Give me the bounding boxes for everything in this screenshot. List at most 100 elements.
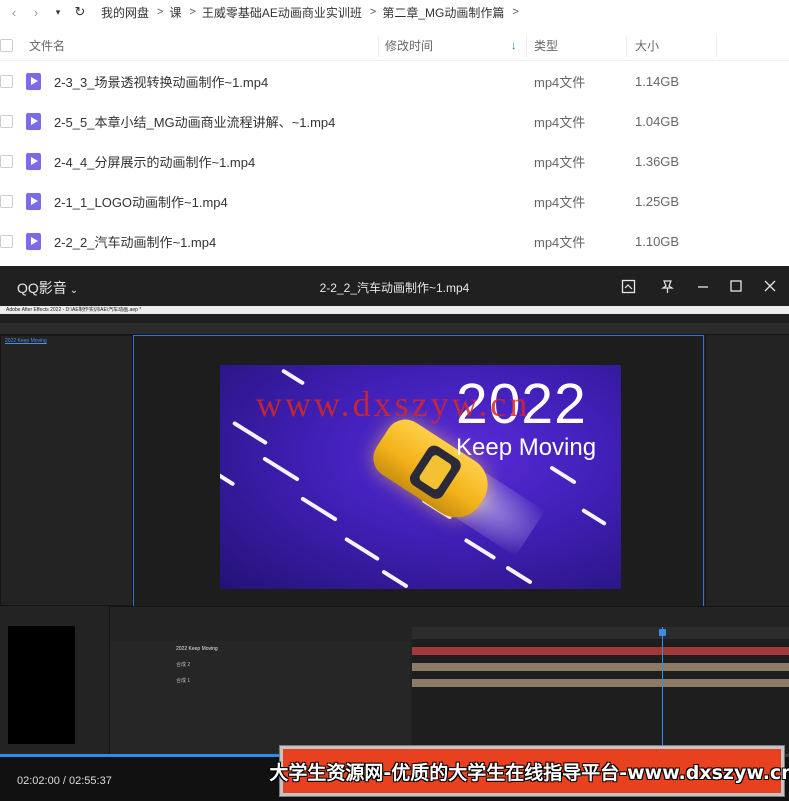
promo-banner-text: 大学生资源网-优质的大学生在线指导平台-www.dxszyw.cn <box>269 761 789 784</box>
video-frame[interactable]: Adobe After Effects 2022 - D:\AE制作实训\AE\… <box>0 306 789 754</box>
video-file-icon <box>26 112 41 130</box>
timeline-layer: 合成 1 <box>110 677 410 685</box>
column-divider <box>626 35 627 57</box>
ae-properties-panel <box>705 335 789 606</box>
road-lane-mark <box>381 569 409 589</box>
screenshot-icon[interactable] <box>617 275 639 297</box>
layer-name: 2022 Keep Moving <box>176 646 218 652</box>
row-checkbox[interactable] <box>0 194 13 208</box>
road-lane-mark <box>581 507 607 527</box>
road-lane-mark <box>262 456 300 482</box>
column-divider <box>716 35 717 57</box>
ae-toolbar <box>0 323 789 335</box>
file-size: 1.14GB <box>635 73 680 89</box>
file-type: mp4文件 <box>534 74 586 90</box>
file-size: 1.36GB <box>635 153 680 169</box>
breadcrumb-item[interactable]: 王威零基础AE动画商业实训班 <box>202 4 362 21</box>
slogan-title: Keep Moving <box>456 434 597 461</box>
playhead-handle <box>659 629 666 636</box>
timeline-layer: 合成 2 <box>110 661 410 669</box>
file-size: 1.10GB <box>635 233 680 249</box>
video-file-icon <box>26 232 41 250</box>
road-lane-mark <box>343 536 381 562</box>
breadcrumb-bar: ‹ › ▾ ↻ 我的网盘 > 课 > 王威零基础AE动画商业实训班 > 第二章_… <box>0 0 789 24</box>
layer-name: 合成 1 <box>176 678 191 684</box>
refresh-icon[interactable]: ↻ <box>69 2 91 22</box>
column-divider <box>526 35 527 57</box>
preview-thumbnail <box>8 626 75 744</box>
file-browser: ‹ › ▾ ↻ 我的网盘 > 课 > 王威零基础AE动画商业实训班 > 第二章_… <box>0 0 789 266</box>
layer-name: 合成 2 <box>176 662 191 668</box>
timeline-ruler <box>412 627 789 639</box>
file-type: mp4文件 <box>534 154 586 170</box>
file-name[interactable]: 2-1_1_LOGO动画制作~1.mp4 <box>54 192 228 211</box>
ae-project-tab: 2022 Keep Moving <box>1 336 132 346</box>
forward-icon[interactable]: › <box>25 2 47 22</box>
video-file-icon <box>26 192 41 210</box>
ae-project-panel: 2022 Keep Moving <box>0 335 133 606</box>
layer-bar <box>412 679 789 687</box>
file-size: 1.04GB <box>635 113 680 129</box>
file-row[interactable]: 2-5_5_本章小结_MG动画商业流程讲解、~1.mp4 mp4文件 1.04G… <box>0 101 789 141</box>
timeline-playhead <box>662 627 663 754</box>
close-icon[interactable] <box>759 275 781 297</box>
column-header: 文件名 修改时间 ↓ 类型 大小 <box>0 31 789 61</box>
ae-composition-panel: 2022 Keep Moving www.dxszyw.cn <box>133 335 704 610</box>
ae-timeline-panel: 2022 Keep Moving 合成 2 合成 1 <box>110 606 789 754</box>
watermark-text: www.dxszyw.cn <box>256 384 531 424</box>
file-row[interactable]: 2-2_2_汽车动画制作~1.mp4 mp4文件 1.10GB <box>0 221 789 261</box>
row-checkbox[interactable] <box>0 74 13 88</box>
select-all-checkbox[interactable] <box>0 39 13 52</box>
file-name[interactable]: 2-4_4_分屏展示的动画制作~1.mp4 <box>54 152 255 171</box>
time-display: 02:02:00 / 02:55:37 <box>17 775 112 787</box>
file-name[interactable]: 2-5_5_本章小结_MG动画商业流程讲解、~1.mp4 <box>54 112 335 131</box>
file-name[interactable]: 2-3_3_场景透视转换动画制作~1.mp4 <box>54 72 268 91</box>
ae-menu-bar <box>0 314 789 323</box>
breadcrumb-separator: > <box>157 6 164 18</box>
column-size[interactable]: 大小 <box>635 37 659 54</box>
history-dropdown-icon[interactable]: ▾ <box>47 2 69 22</box>
file-row[interactable]: 2-3_3_场景透视转换动画制作~1.mp4 mp4文件 1.14GB <box>0 61 789 101</box>
layer-bar <box>412 663 789 671</box>
ae-comp-tab: 2022 Keep Moving <box>5 338 47 344</box>
comp-viewer: 2022 Keep Moving www.dxszyw.cn <box>220 365 621 589</box>
row-checkbox[interactable] <box>0 234 13 248</box>
pin-icon[interactable] <box>656 275 678 297</box>
file-type: mp4文件 <box>534 114 586 130</box>
row-checkbox[interactable] <box>0 154 13 168</box>
road-lane-mark <box>505 565 533 585</box>
timeline-layer: 2022 Keep Moving <box>110 645 410 653</box>
timeline-layer-list: 2022 Keep Moving 合成 2 合成 1 <box>110 641 410 754</box>
road-lane-mark <box>300 496 338 522</box>
minimize-icon[interactable] <box>692 275 714 297</box>
maximize-icon[interactable] <box>725 275 747 297</box>
timeline-tracks <box>412 627 789 754</box>
file-row[interactable]: 2-4_4_分屏展示的动画制作~1.mp4 mp4文件 1.36GB <box>0 141 789 181</box>
sort-down-icon[interactable]: ↓ <box>511 40 517 52</box>
layer-bar <box>412 647 789 655</box>
column-divider <box>378 35 379 57</box>
road-lane-mark <box>549 465 577 485</box>
file-type: mp4文件 <box>534 194 586 210</box>
column-name[interactable]: 文件名 <box>29 37 65 54</box>
row-checkbox[interactable] <box>0 114 13 128</box>
file-row[interactable]: 2-1_1_LOGO动画制作~1.mp4 mp4文件 1.25GB <box>0 181 789 221</box>
total-time: 02:55:37 <box>69 775 112 787</box>
breadcrumb-separator: > <box>189 6 196 18</box>
column-modified[interactable]: 修改时间 <box>385 37 433 54</box>
file-name[interactable]: 2-2_2_汽车动画制作~1.mp4 <box>54 232 216 251</box>
breadcrumb-item[interactable]: 第二章_MG动画制作篇 <box>382 4 504 21</box>
breadcrumb-item[interactable]: 课 <box>169 4 181 21</box>
player-titlebar: QQ影音 ⌄ 2-2_2_汽车动画制作~1.mp4 <box>0 266 789 306</box>
ae-preview-panel <box>0 606 110 754</box>
back-icon[interactable]: ‹ <box>3 2 25 22</box>
breadcrumb-separator: > <box>369 6 377 18</box>
video-player-window: QQ影音 ⌄ 2-2_2_汽车动画制作~1.mp4 Adobe After Eff… <box>0 266 789 801</box>
promo-banner: 大学生资源网-优质的大学生在线指导平台-www.dxszyw.cn <box>269 746 789 796</box>
panel-line <box>706 345 789 349</box>
file-size: 1.25GB <box>635 193 680 209</box>
breadcrumb-item[interactable]: 我的网盘 <box>101 4 149 21</box>
column-type[interactable]: 类型 <box>534 37 558 54</box>
current-time: 02:02:00 <box>17 775 60 787</box>
file-type: mp4文件 <box>534 234 586 250</box>
